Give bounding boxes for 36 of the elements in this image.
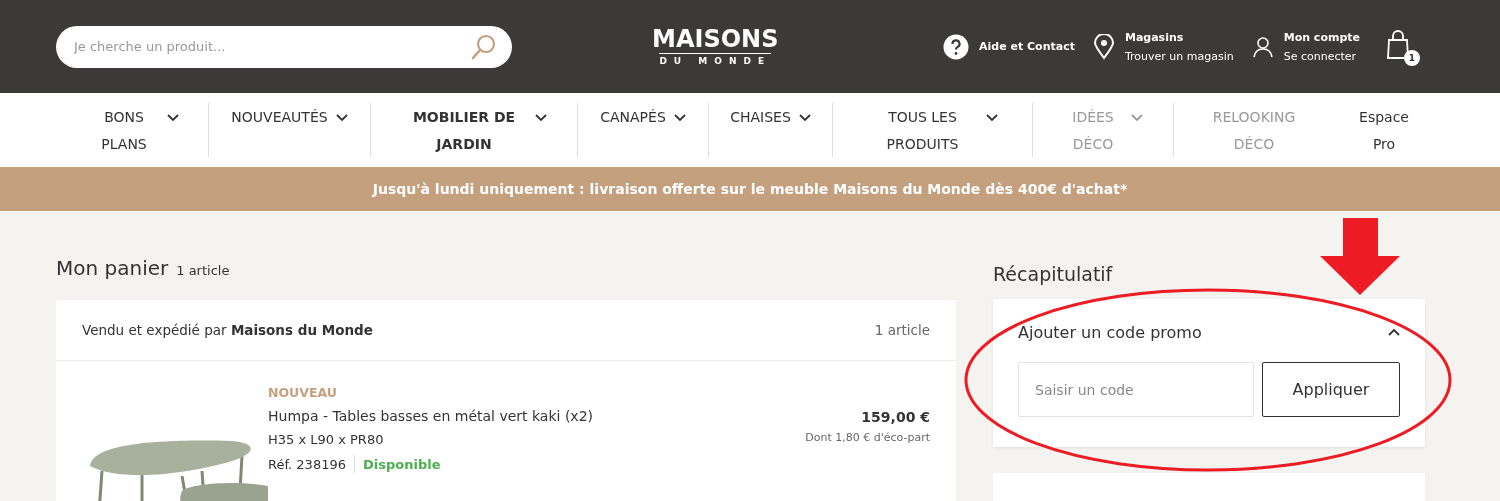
nav-link[interactable]: Espace Pro	[1354, 104, 1414, 158]
user-icon	[1251, 35, 1274, 58]
apply-button[interactable]: Appliquer	[1262, 362, 1400, 417]
product-dimensions: H35 x L90 x PR80	[268, 432, 385, 447]
login-link[interactable]: Se connecter	[1283, 49, 1360, 63]
nav-link[interactable]: BONS PLANS	[89, 104, 159, 158]
new-label: NOUVEAU	[268, 385, 338, 400]
cart-title: Mon panier	[56, 256, 169, 280]
help-icon	[943, 33, 969, 60]
logo-text[interactable]: MAISONS	[652, 27, 779, 51]
eco-part: Dont 1,80 € d'éco-part	[805, 431, 930, 444]
logo-subtitle[interactable]: DU MONDE	[659, 53, 772, 66]
nav-link[interactable]: CHAISES	[730, 104, 791, 131]
product-reference: Réf. 238196	[268, 456, 346, 472]
account-title[interactable]: Mon compte	[1283, 30, 1360, 44]
nav-link[interactable]: MOBILIER DE JARDIN	[401, 104, 527, 158]
nav-link[interactable]: NOUVEAUTÉS	[231, 104, 328, 131]
collapse-chevron-icon[interactable]	[1388, 328, 1400, 337]
product-name[interactable]: Humpa - Tables basses en métal vert kaki (x2)	[268, 408, 806, 424]
availability-status: Disponible	[362, 456, 441, 472]
promo-banner: Jusqu'à lundi uniquement : livraison offerte sur le meuble Maisons du Monde dès 400€ d'achat*	[0, 167, 1500, 211]
cart-count: 1	[1404, 49, 1420, 66]
summary-title: Récapitulatif	[993, 263, 1114, 285]
promo-code-field[interactable]: Saisir un code	[1018, 362, 1254, 417]
location-pin-icon	[1092, 33, 1115, 60]
search-field[interactable]: Je cherche un produit...	[56, 25, 512, 68]
find-store-link[interactable]: Trouver un magasin	[1124, 49, 1234, 63]
product-price: 159,00 €	[860, 409, 930, 425]
nav-link[interactable]: CANAPÉS	[600, 104, 666, 131]
article-count: 1 article	[176, 263, 230, 278]
stores-title[interactable]: Magasins	[1124, 30, 1234, 44]
seller-text: Vendu et expédié par Maisons du Monde	[82, 322, 373, 338]
help-link[interactable]: Aide et Contact	[979, 40, 1075, 53]
promo-title[interactable]: Ajouter un code promo	[1018, 323, 1202, 342]
nav-link[interactable]: TOUS LES PRODUITS	[867, 104, 978, 158]
article-count: 1 article	[874, 322, 930, 338]
